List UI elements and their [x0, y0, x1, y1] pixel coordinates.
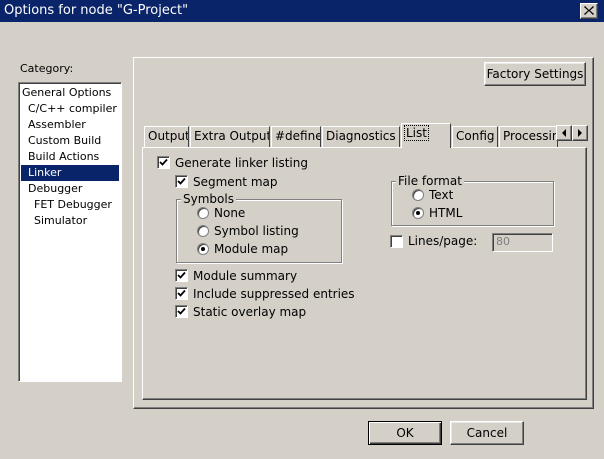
symbols-none-label: None: [214, 206, 246, 220]
symbols-symbol-listing-radio[interactable]: [197, 225, 209, 237]
category-item-simulator[interactable]: Simulator: [21, 213, 121, 229]
segment-map-checkbox[interactable]: [175, 175, 188, 188]
arrow-right-icon: [578, 129, 582, 137]
tab-strip: Output Extra Output #define Diagnostics …: [144, 123, 558, 148]
tab-list[interactable]: List: [401, 123, 451, 148]
static-overlay-checkbox[interactable]: [175, 305, 188, 318]
checkmark-icon: [177, 271, 186, 279]
file-format-text-label: Text: [429, 188, 454, 202]
include-suppressed-label: Include suppressed entries: [193, 287, 355, 301]
symbols-module-map-radio[interactable]: [197, 243, 209, 255]
category-item-fet-debugger[interactable]: FET Debugger: [21, 197, 121, 213]
symbols-symbol-listing-label: Symbol listing: [214, 224, 299, 238]
window-title: Options for node "G-Project": [4, 3, 189, 18]
category-list[interactable]: General Options C/C++ compiler Assembler Cu…: [18, 82, 122, 382]
category-item-build-actions[interactable]: Build Actions: [21, 149, 121, 165]
lines-per-page-input[interactable]: 80: [492, 233, 553, 252]
close-button[interactable]: [580, 3, 598, 19]
file-format-html-label: HTML: [429, 206, 463, 220]
symbols-none-radio[interactable]: [197, 207, 209, 219]
tab-diagnostics[interactable]: Diagnostics: [322, 126, 400, 147]
tab-config[interactable]: Config: [452, 126, 498, 147]
checkmark-icon: [177, 307, 186, 315]
category-item-linker[interactable]: Linker: [21, 165, 119, 181]
tab-output[interactable]: Output: [144, 126, 189, 147]
checkmark-icon: [159, 158, 168, 166]
include-suppressed-checkbox[interactable]: [175, 287, 188, 300]
symbols-module-map-label: Module map: [214, 242, 289, 256]
generate-listing-checkbox[interactable]: [157, 156, 170, 169]
segment-map-label: Segment map: [193, 175, 278, 189]
symbols-group-title: Symbols: [181, 192, 236, 206]
checkmark-icon: [177, 177, 186, 185]
close-icon: [584, 6, 594, 15]
arrow-left-icon: [562, 129, 566, 137]
tab-define[interactable]: #define: [271, 126, 321, 147]
file-format-text-radio[interactable]: [412, 189, 424, 201]
checkmark-icon: [177, 289, 186, 297]
lines-per-page-checkbox[interactable]: [390, 235, 403, 248]
static-overlay-label: Static overlay map: [193, 305, 307, 319]
generate-listing-label: Generate linker listing: [175, 156, 308, 170]
tab-extra-output[interactable]: Extra Output: [190, 126, 270, 147]
ok-button[interactable]: OK: [368, 421, 442, 445]
tab-scroll-right-button[interactable]: [572, 125, 588, 141]
module-summary-checkbox[interactable]: [175, 269, 188, 282]
tab-scroll-left-button[interactable]: [556, 125, 572, 141]
category-label: Category:: [20, 62, 74, 75]
factory-settings-button[interactable]: Factory Settings: [484, 62, 586, 86]
file-format-group-title: File format: [396, 174, 464, 188]
cancel-button[interactable]: Cancel: [450, 421, 524, 445]
module-summary-label: Module summary: [193, 269, 298, 283]
tab-processing[interactable]: Processing: [499, 126, 558, 147]
lines-per-page-label: Lines/page:: [408, 234, 478, 248]
window-title-bar[interactable]: Options for node "G-Project": [0, 0, 604, 22]
category-item-c-c-compiler[interactable]: C/C++ compiler: [21, 101, 121, 117]
category-item-general-options[interactable]: General Options: [21, 85, 121, 101]
category-item-assembler[interactable]: Assembler: [21, 117, 121, 133]
category-item-debugger[interactable]: Debugger: [21, 181, 121, 197]
category-item-custom-build[interactable]: Custom Build: [21, 133, 121, 149]
file-format-html-radio[interactable]: [412, 207, 424, 219]
